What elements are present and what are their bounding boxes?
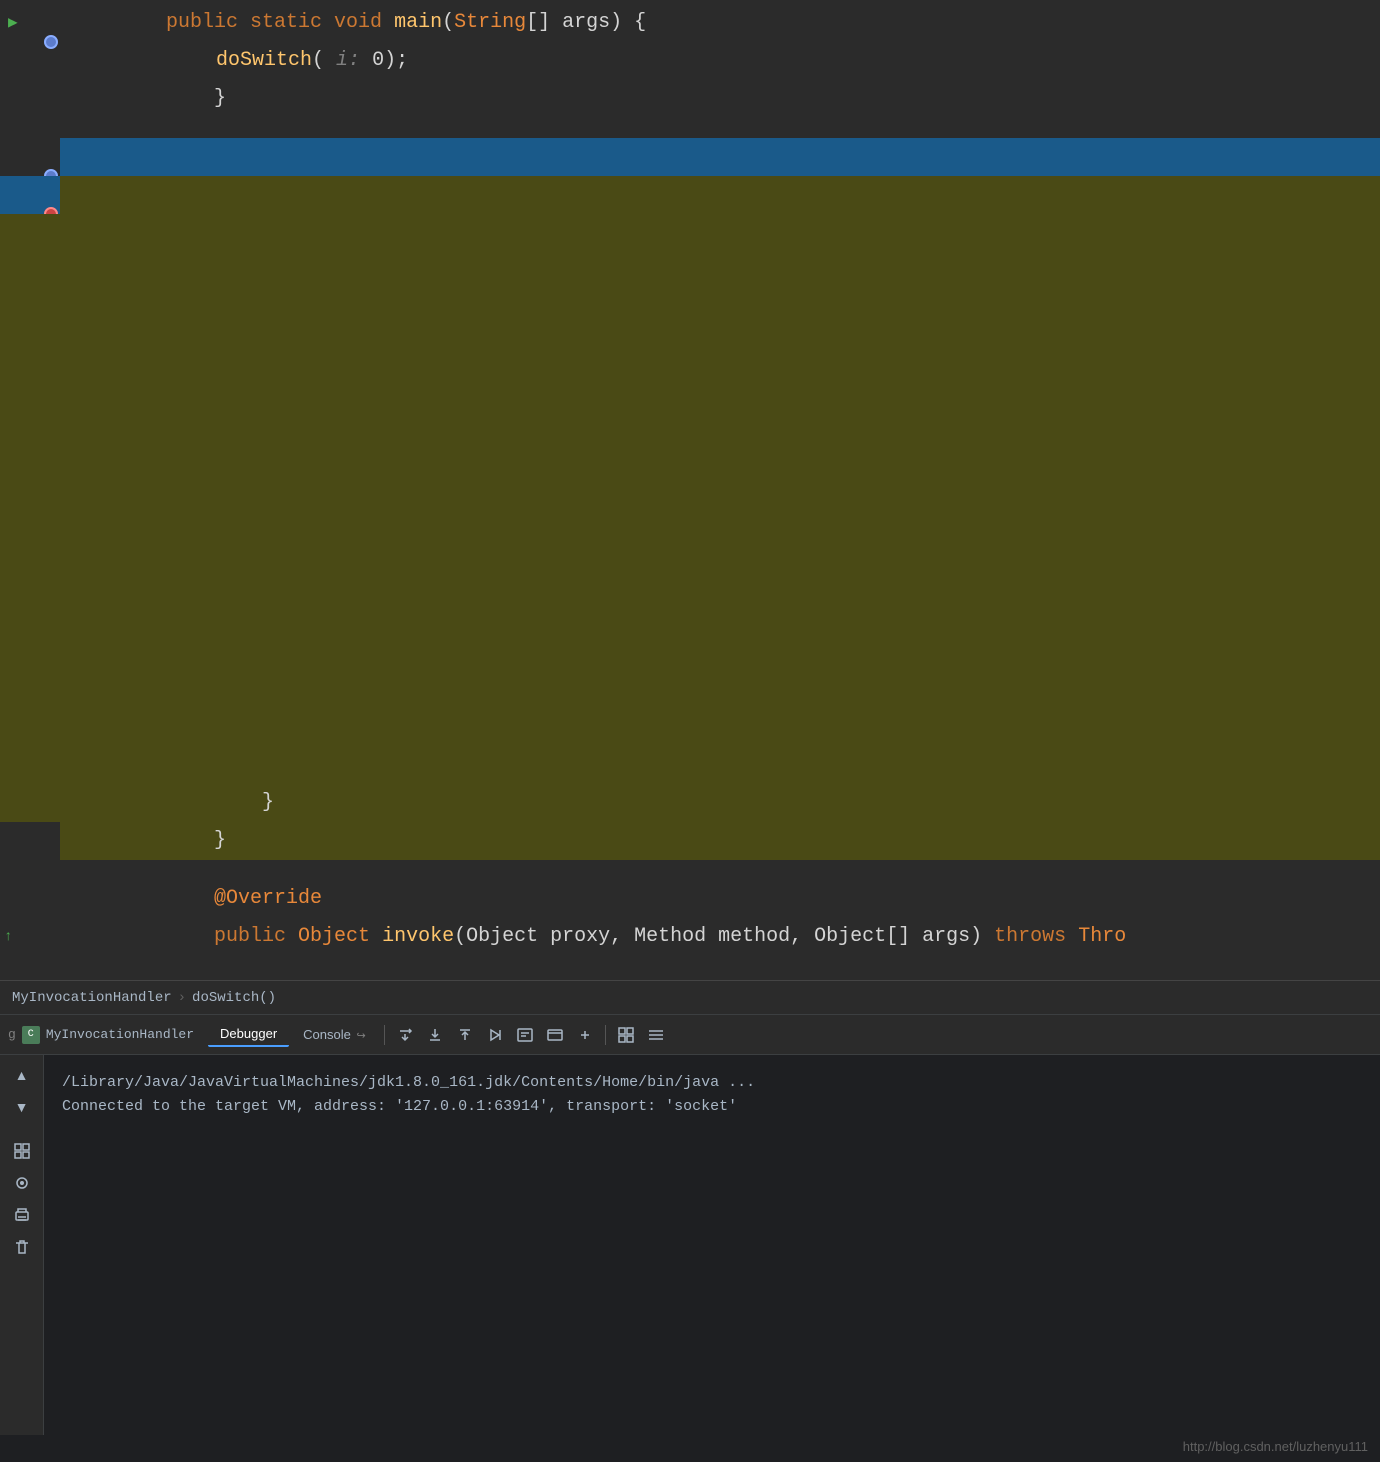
lines-view-button[interactable] [642,1021,670,1049]
run-icon[interactable]: ▶ [8,4,18,42]
console-sidebar: ▲ ▼ [0,1055,44,1435]
print-tool-button[interactable] [8,1201,36,1229]
run-to-cursor-button[interactable] [481,1021,509,1049]
paint-tool-button[interactable] [8,1169,36,1197]
debug-label-text: g [8,1027,16,1042]
step-out-button[interactable] [451,1021,479,1049]
trash-tool-button[interactable] [8,1233,36,1261]
table-view-button[interactable] [612,1021,640,1049]
watch-button[interactable] [571,1021,599,1049]
code-editor: ▶ public static void main(String[] args)… [0,0,1380,980]
console-text-2: Connected to the target VM, address: '12… [62,1098,737,1115]
breadcrumb-class: MyInvocationHandler [12,990,172,1006]
step-into-button[interactable] [421,1021,449,1049]
class-icon: C [22,1026,40,1044]
code-line-26-content: public Object invoke(Object proxy, Metho… [60,880,1380,980]
breadcrumb-bar: MyInvocationHandler › doSwitch() [0,981,1380,1015]
tab-console-label: Console [303,1027,351,1042]
tab-debugger[interactable]: Debugger [208,1022,289,1047]
debug-toolbar: g C MyInvocationHandler Debugger Console… [0,1015,1380,1055]
step-over-button[interactable] [391,1021,419,1049]
console-arrow: ↪ [356,1030,365,1042]
code-line-26: ↑ public Object invoke(Object proxy, Met… [0,918,1380,956]
class-name: MyInvocationHandler [46,1027,194,1042]
console-line-1: /Library/Java/JavaVirtualMachines/jdk1.8… [62,1071,1368,1095]
code-container: ▶ public static void main(String[] args)… [0,4,1380,956]
watermark: http://blog.csdn.net/luzhenyu111 [1183,1439,1368,1454]
grid-tool-button[interactable] [8,1137,36,1165]
frames-button[interactable] [541,1021,569,1049]
evaluate-button[interactable] [511,1021,539,1049]
scroll-up-button[interactable]: ▲ [8,1061,36,1089]
scroll-down-button[interactable]: ▼ [8,1093,36,1121]
console-output: /Library/Java/JavaVirtualMachines/jdk1.8… [50,1063,1380,1127]
breadcrumb-method: doSwitch() [192,990,276,1006]
console-area: ▲ ▼ [0,1055,1380,1435]
bottom-panel: MyInvocationHandler › doSwitch() g C MyI… [0,980,1380,1462]
console-text-1: /Library/Java/JavaVirtualMachines/jdk1.8… [62,1074,755,1091]
toolbar-separator-2 [605,1025,606,1045]
breadcrumb-separator: › [178,990,186,1006]
toolbar-separator-1 [384,1025,385,1045]
tab-console[interactable]: Console ↪ [291,1023,378,1046]
sidebar-tools-group [8,1137,36,1261]
console-line-2: Connected to the target VM, address: '12… [62,1095,1368,1119]
